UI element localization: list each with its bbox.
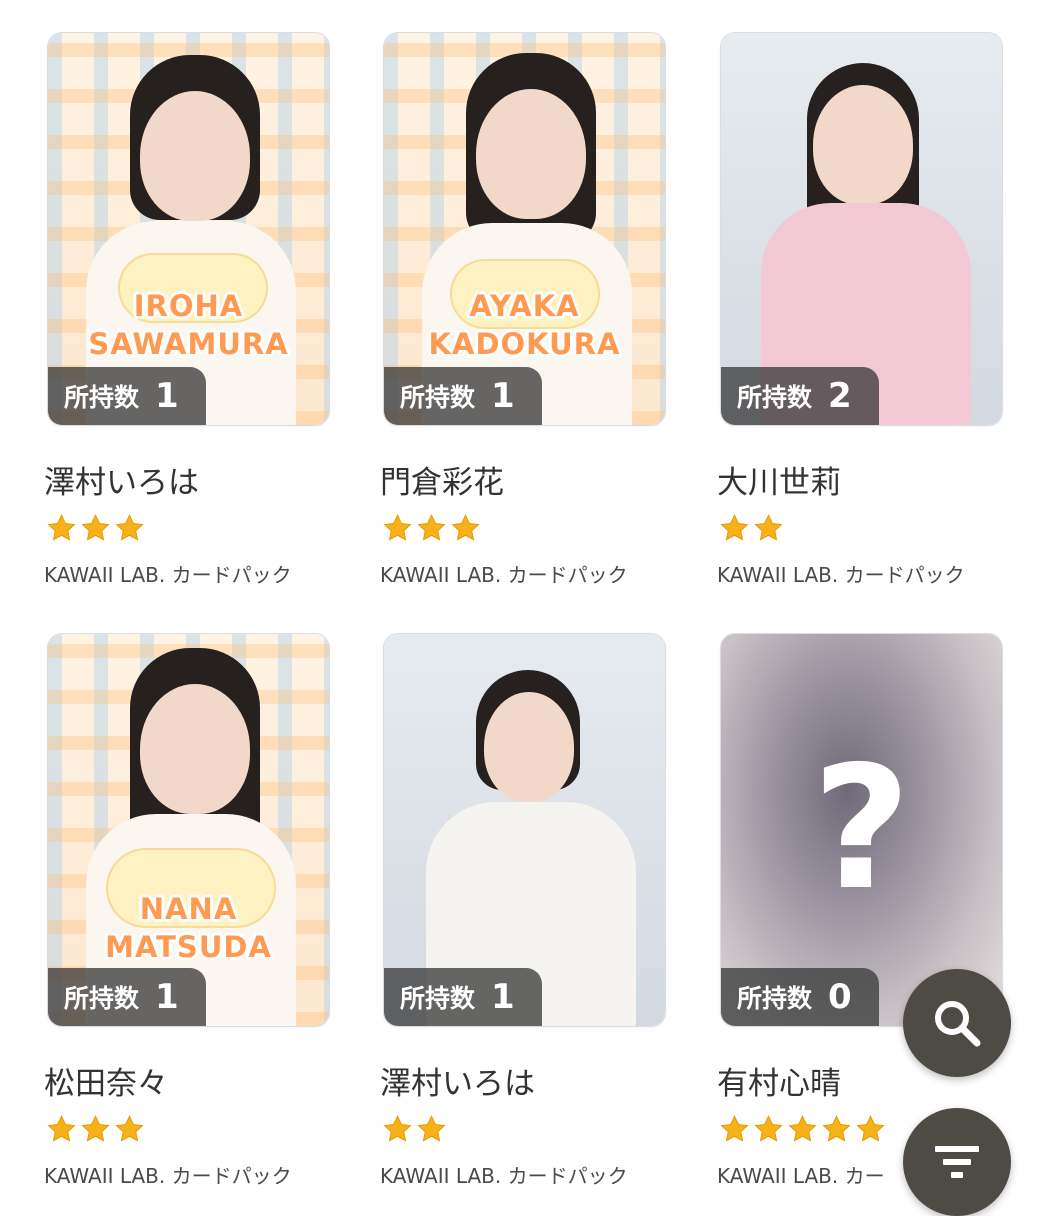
pack-name: KAWAII LAB. カードパック: [44, 563, 292, 587]
pack-name: KAWAII LAB. カードパック: [44, 1164, 292, 1188]
card-name-art: IROHA SAWAMURA: [48, 287, 329, 363]
star-icon: [47, 1115, 76, 1142]
rarity-stars: [46, 513, 148, 543]
rarity-stars: [382, 1114, 450, 1144]
owned-count: 1: [491, 977, 515, 1017]
owned-count: 2: [828, 376, 852, 416]
name-art-line1: IROHA: [133, 289, 244, 323]
pack-name: KAWAII LAB. カードパック: [380, 563, 628, 587]
star-icon: [720, 1115, 749, 1142]
star-icon: [754, 1115, 783, 1142]
card-grid: IROHA SAWAMURA 所持数 1 澤村いろは KAWAII LAB. カ…: [0, 0, 1053, 1200]
owned-badge: 所持数 2: [721, 367, 879, 425]
owned-badge: 所持数 1: [48, 367, 206, 425]
card-name-art: NANA MATSUDA: [48, 890, 329, 966]
face-shape: [140, 684, 250, 814]
question-mark-icon: ?: [812, 730, 911, 928]
member-name: 松田奈々: [44, 1066, 168, 1102]
card-item[interactable]: AYAKA KADOKURA 所持数 1 門倉彩花 KAWAII LAB. カー…: [380, 33, 665, 593]
rarity-stars: [719, 1114, 889, 1144]
owned-count: 1: [155, 977, 179, 1017]
owned-label: 所持数: [737, 383, 813, 412]
rarity-stars: [46, 1114, 148, 1144]
filter-icon: [935, 1146, 979, 1178]
star-icon: [47, 514, 76, 541]
card-image[interactable]: IROHA SAWAMURA 所持数 1: [48, 33, 329, 425]
name-art-line2: MATSUDA: [105, 930, 272, 964]
name-art-line2: SAWAMURA: [88, 327, 289, 361]
owned-label: 所持数: [64, 383, 140, 412]
face-shape: [484, 692, 574, 802]
owned-count: 1: [155, 376, 179, 416]
name-art-line1: NANA: [139, 892, 238, 926]
pack-name: KAWAII LAB. カードパック: [380, 1164, 628, 1188]
owned-label: 所持数: [64, 984, 140, 1013]
star-icon: [451, 514, 480, 541]
pack-name: KAWAII LAB. カードパック: [717, 563, 965, 587]
star-icon: [81, 514, 110, 541]
name-art-line2: KADOKURA: [428, 327, 621, 361]
face-shape: [476, 89, 586, 219]
pack-name: KAWAII LAB. カー: [717, 1164, 885, 1188]
star-icon: [822, 1115, 851, 1142]
owned-badge: 所持数 1: [384, 968, 542, 1026]
card-item[interactable]: 所持数 1 澤村いろは KAWAII LAB. カードパック: [380, 634, 665, 1194]
search-button[interactable]: [903, 969, 1011, 1077]
card-name-art: AYAKA KADOKURA: [384, 287, 665, 363]
owned-count: 0: [828, 977, 852, 1017]
owned-badge: 所持数 0: [721, 968, 879, 1026]
owned-label: 所持数: [400, 383, 476, 412]
card-item[interactable]: 所持数 2 大川世莉 KAWAII LAB. カードパック: [717, 33, 1002, 593]
star-icon: [115, 1115, 144, 1142]
name-art-line1: AYAKA: [469, 289, 580, 323]
star-icon: [417, 514, 446, 541]
owned-label: 所持数: [737, 984, 813, 1013]
card-image-locked[interactable]: ? 所持数 0: [721, 634, 1002, 1026]
card-item[interactable]: IROHA SAWAMURA 所持数 1 澤村いろは KAWAII LAB. カ…: [44, 33, 329, 593]
rarity-stars: [382, 513, 484, 543]
star-icon: [856, 1115, 885, 1142]
star-icon: [788, 1115, 817, 1142]
card-image[interactable]: 所持数 1: [384, 634, 665, 1026]
rarity-stars: [719, 513, 787, 543]
owned-badge: 所持数 1: [384, 367, 542, 425]
member-name: 門倉彩花: [380, 465, 504, 501]
card-image[interactable]: AYAKA KADOKURA 所持数 1: [384, 33, 665, 425]
star-icon: [383, 1115, 412, 1142]
member-name: 大川世莉: [717, 465, 841, 501]
star-icon: [115, 514, 144, 541]
owned-badge: 所持数 1: [48, 968, 206, 1026]
card-image[interactable]: NANA MATSUDA 所持数 1: [48, 634, 329, 1026]
star-icon: [81, 1115, 110, 1142]
star-icon: [754, 514, 783, 541]
card-image[interactable]: 所持数 2: [721, 33, 1002, 425]
face-shape: [140, 91, 250, 221]
member-name: 有村心晴: [717, 1066, 841, 1102]
owned-label: 所持数: [400, 984, 476, 1013]
star-icon: [417, 1115, 446, 1142]
card-item[interactable]: NANA MATSUDA 所持数 1 松田奈々 KAWAII LAB. カードパ…: [44, 634, 329, 1194]
star-icon: [720, 514, 749, 541]
member-name: 澤村いろは: [380, 1066, 535, 1102]
star-icon: [383, 514, 412, 541]
face-shape: [813, 85, 913, 205]
search-icon: [935, 1001, 981, 1047]
member-name: 澤村いろは: [44, 465, 199, 501]
owned-count: 1: [491, 376, 515, 416]
